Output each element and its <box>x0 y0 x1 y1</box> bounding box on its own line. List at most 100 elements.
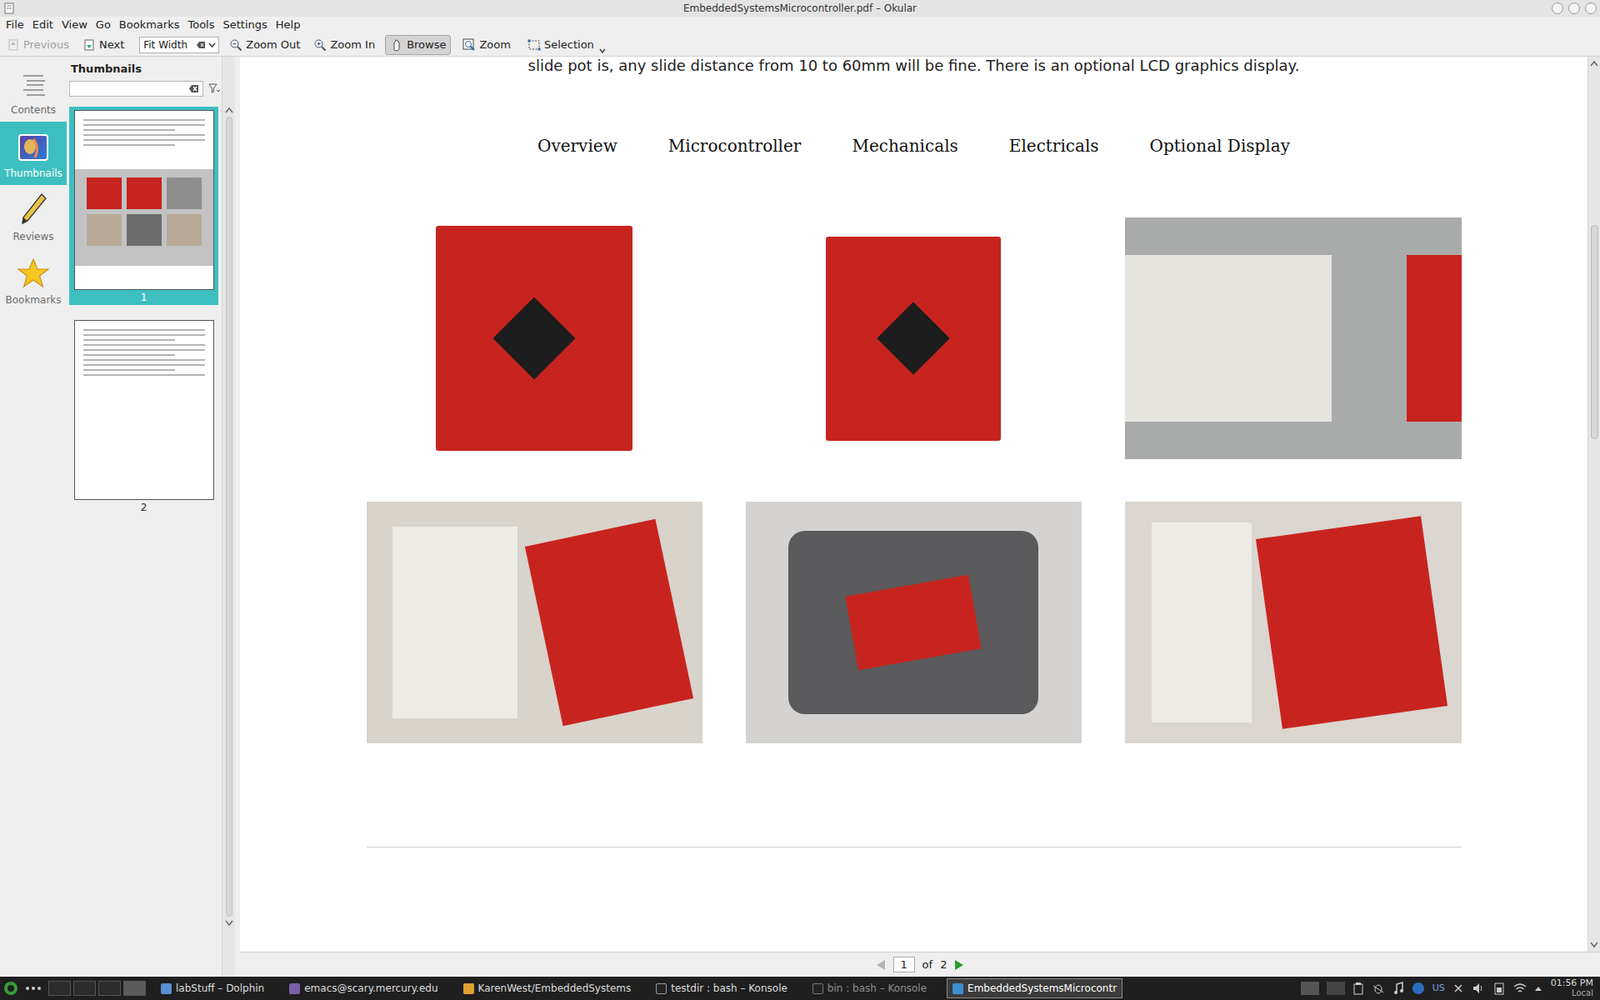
clear-icon[interactable] <box>189 84 200 94</box>
menu-item[interactable]: Help <box>271 16 305 34</box>
scroll-down-icon[interactable] <box>225 920 234 927</box>
clock[interactable]: 01:56 PMLocal <box>1550 978 1599 999</box>
keyboard-layout[interactable]: US <box>1432 981 1445 996</box>
window-controls <box>1551 2 1597 15</box>
next-page-icon <box>82 38 96 52</box>
desktop-pager[interactable] <box>48 980 146 996</box>
task-button[interactable]: EmbeddedSystemsMicrocontr <box>946 978 1123 999</box>
page-thumbnail[interactable]: 2 <box>69 316 219 515</box>
tray-box[interactable] <box>1326 981 1345 995</box>
nav-link[interactable]: Optional Display <box>1150 135 1290 157</box>
desktop-thumbnail[interactable] <box>98 980 121 996</box>
menu-item[interactable]: Settings <box>219 16 272 34</box>
selection-icon <box>527 38 541 52</box>
thumbnail-page <box>74 320 215 500</box>
previous-button[interactable]: Previous <box>3 35 73 55</box>
title-bar: EmbeddedSystemsMicrocontroller.pdf – Oku… <box>0 0 1600 17</box>
sidebar-item[interactable]: Reviews <box>0 185 67 249</box>
thumbnail-list: 12 <box>69 96 222 515</box>
scroll-down-icon[interactable] <box>1590 941 1599 949</box>
tool-button[interactable]: Browse <box>385 35 451 55</box>
thumbnail-scrollbar[interactable] <box>221 56 235 977</box>
task-button[interactable]: bin : bash – Konsole <box>807 978 932 999</box>
clock-time: 01:56 PM <box>1550 978 1594 989</box>
task-button[interactable]: labStuff – Dolphin <box>155 978 270 999</box>
sidebar-item[interactable]: Contents <box>0 58 67 122</box>
maximize-icon[interactable] <box>1568 2 1580 15</box>
music-icon[interactable] <box>1392 981 1405 995</box>
tool-button[interactable]: Selection <box>522 35 600 55</box>
photo <box>1125 217 1461 460</box>
next-arrow-icon[interactable] <box>954 959 965 971</box>
app-icon[interactable] <box>3 2 15 15</box>
hp-icon[interactable] <box>1411 981 1425 995</box>
filter-input[interactable] <box>70 85 185 100</box>
nav-link[interactable]: Mechanicals <box>851 135 958 157</box>
chevron-down-icon <box>208 42 216 48</box>
hand-icon <box>390 38 404 52</box>
zoom-out-button[interactable]: Zoom Out <box>225 35 304 55</box>
menu-item[interactable]: Tools <box>183 16 219 34</box>
task-button[interactable]: testdir : bash – Konsole <box>650 978 793 999</box>
desktop-thumbnail[interactable] <box>73 980 96 996</box>
page-text: slide pot is, any slide distance from 10… <box>366 56 1462 75</box>
zoom-in-button[interactable]: Zoom In <box>310 35 379 55</box>
clock-zone: Local <box>1571 988 1594 999</box>
app-icon <box>952 983 964 995</box>
nav-link[interactable]: Electricals <box>1009 135 1100 157</box>
filter-icon[interactable] <box>208 82 220 95</box>
menu-item[interactable]: Bookmarks <box>115 16 185 34</box>
launcher-icon[interactable] <box>1 980 20 997</box>
app-icon <box>463 983 475 995</box>
next-button[interactable]: Next <box>79 35 128 55</box>
photo <box>366 217 703 460</box>
thumbnails-icon <box>16 127 50 163</box>
scroll-up-icon[interactable] <box>225 106 234 114</box>
task-button[interactable]: KarenWest/EmbeddedSystems <box>458 978 637 999</box>
window-title: EmbeddedSystemsMicrocontroller.pdf – Oku… <box>683 0 917 16</box>
desktop-thumbnail[interactable] <box>123 980 146 996</box>
minimize-icon[interactable] <box>1551 2 1564 15</box>
zoom-dropdown[interactable]: Fit Width <box>139 36 220 54</box>
photo <box>366 501 703 744</box>
app-icon <box>655 983 667 995</box>
menu-item[interactable]: File <box>1 16 29 34</box>
close-icon[interactable] <box>1585 2 1597 15</box>
bug-icon[interactable] <box>1371 981 1385 995</box>
tray-box[interactable] <box>1300 981 1320 995</box>
volume-icon[interactable] <box>1471 981 1485 995</box>
nav-link[interactable]: Overview <box>537 135 618 157</box>
sidebar-item[interactable]: Thumbnails <box>0 121 67 185</box>
page-thumbnail[interactable]: 1 <box>69 106 219 305</box>
tool-button[interactable]: Zoom <box>457 35 515 55</box>
menu-item[interactable]: Edit <box>28 16 58 34</box>
page-rule <box>366 846 1462 848</box>
scroll-up-icon[interactable] <box>1590 60 1599 67</box>
sidebar-item[interactable]: Bookmarks <box>0 248 67 312</box>
zoom-tool-icon <box>462 38 476 52</box>
network-icon[interactable] <box>1513 981 1527 995</box>
document-scrollbar[interactable] <box>1587 56 1600 952</box>
clipboard-icon[interactable] <box>1352 981 1365 995</box>
thumbnails-panel: Thumbnails 12 <box>66 56 222 977</box>
menu-item[interactable]: Go <box>91 16 115 34</box>
page-number-field[interactable]: 1 <box>893 956 915 973</box>
more-icon <box>25 985 42 991</box>
task-button[interactable]: emacs@scary.mercury.edu <box>284 978 443 999</box>
zoom-in-icon <box>313 38 327 52</box>
desktop-thumbnail[interactable] <box>48 980 71 996</box>
scrollbar-thumb[interactable] <box>225 116 233 917</box>
previous-arrow-icon[interactable] <box>875 959 886 971</box>
menu-item[interactable]: View <box>57 16 92 34</box>
tray-expand-icon[interactable] <box>1534 985 1543 992</box>
app-icon <box>289 983 300 995</box>
visible-area <box>75 169 214 266</box>
document-page: slide pot is, any slide distance from 10… <box>240 56 1588 952</box>
system-tray: US <box>1300 981 1543 996</box>
battery-icon[interactable] <box>1492 981 1506 995</box>
filter-field[interactable] <box>69 80 204 97</box>
scrollbar-thumb[interactable] <box>1590 225 1599 440</box>
star-icon <box>16 254 50 290</box>
nav-link[interactable]: Microcontroller <box>668 135 802 157</box>
bluetooth-off-icon[interactable] <box>1452 981 1465 995</box>
